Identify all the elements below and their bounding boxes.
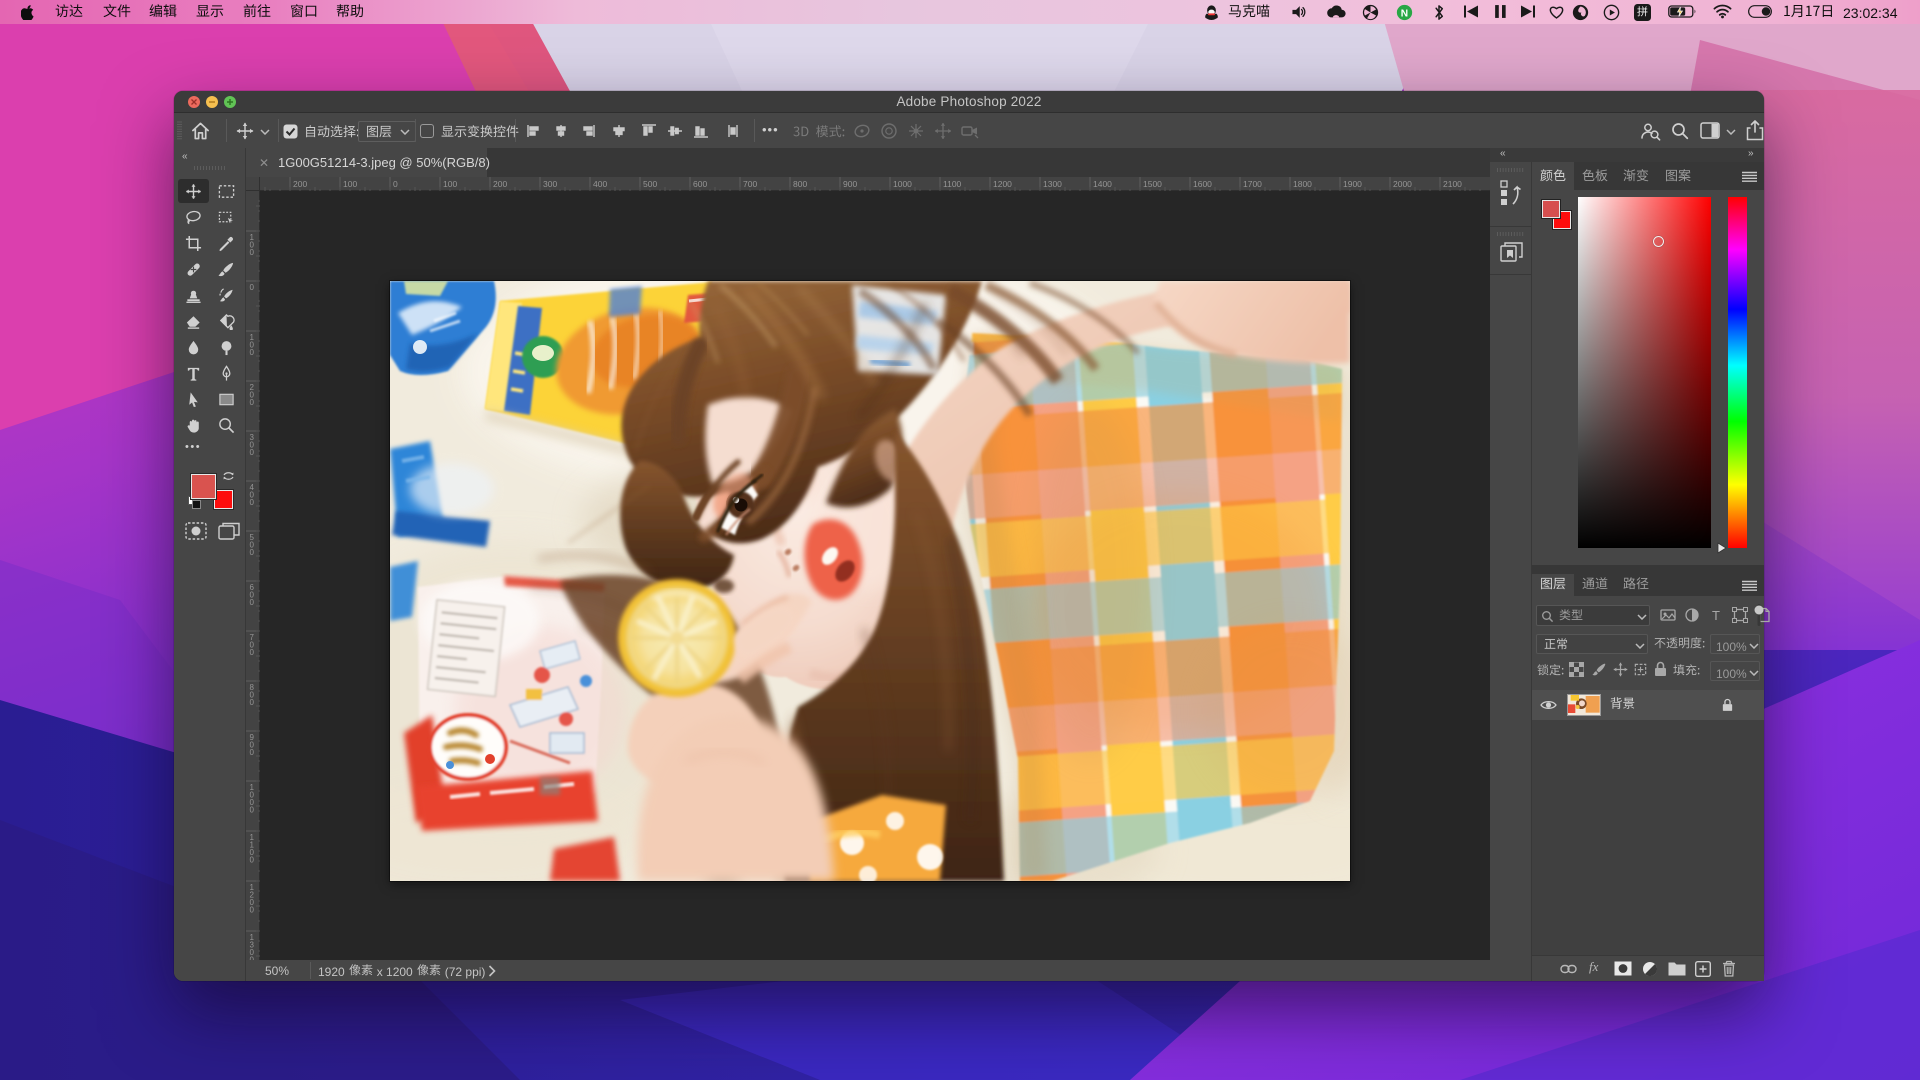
svg-text:500: 500 bbox=[643, 179, 657, 189]
svg-text:1200: 1200 bbox=[993, 179, 1012, 189]
svg-text:0: 0 bbox=[250, 806, 255, 815]
svg-text:0: 0 bbox=[250, 498, 255, 507]
svg-text:800: 800 bbox=[793, 179, 807, 189]
svg-text:0: 0 bbox=[250, 748, 255, 757]
svg-text:100: 100 bbox=[443, 179, 457, 189]
svg-text:0: 0 bbox=[250, 398, 255, 407]
svg-text:1300: 1300 bbox=[1043, 179, 1062, 189]
svg-text:T: T bbox=[1712, 608, 1720, 623]
svg-text:900: 900 bbox=[843, 179, 857, 189]
svg-text:1000: 1000 bbox=[893, 179, 912, 189]
svg-text:0: 0 bbox=[250, 698, 255, 707]
svg-text:0: 0 bbox=[250, 648, 255, 657]
svg-text:0: 0 bbox=[250, 348, 255, 357]
svg-text:0: 0 bbox=[393, 179, 398, 189]
svg-text:0: 0 bbox=[250, 598, 255, 607]
svg-text:0: 0 bbox=[250, 248, 255, 257]
svg-text:0: 0 bbox=[250, 548, 255, 557]
svg-text:1800: 1800 bbox=[1293, 179, 1312, 189]
svg-text:1400: 1400 bbox=[1093, 179, 1112, 189]
svg-text:200: 200 bbox=[293, 179, 307, 189]
svg-text:700: 700 bbox=[743, 179, 757, 189]
svg-text:1700: 1700 bbox=[1243, 179, 1262, 189]
svg-text:1600: 1600 bbox=[1193, 179, 1212, 189]
svg-text:300: 300 bbox=[543, 179, 557, 189]
svg-text:0: 0 bbox=[250, 283, 255, 292]
svg-text:200: 200 bbox=[493, 179, 507, 189]
svg-text:1500: 1500 bbox=[1143, 179, 1162, 189]
svg-text:2000: 2000 bbox=[1393, 179, 1412, 189]
svg-text:400: 400 bbox=[593, 179, 607, 189]
svg-text:N: N bbox=[1401, 8, 1408, 19]
svg-text:0: 0 bbox=[250, 906, 255, 915]
svg-text:600: 600 bbox=[693, 179, 707, 189]
svg-text:0: 0 bbox=[250, 856, 255, 865]
svg-text:1100: 1100 bbox=[943, 179, 962, 189]
svg-text:0: 0 bbox=[250, 448, 255, 457]
svg-text:100: 100 bbox=[343, 179, 357, 189]
svg-text:1900: 1900 bbox=[1343, 179, 1362, 189]
svg-text:2100: 2100 bbox=[1443, 179, 1462, 189]
